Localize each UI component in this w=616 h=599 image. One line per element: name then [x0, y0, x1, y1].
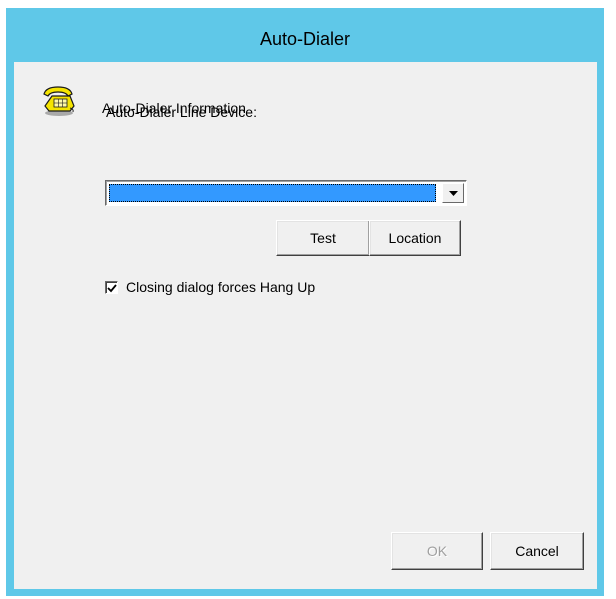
dialog-title: Auto-Dialer [259, 28, 351, 49]
dropdown-arrow-button[interactable] [442, 183, 464, 203]
hang-up-checkbox[interactable] [105, 280, 118, 294]
line-device-label: Auto-Dialer Line Device: [106, 104, 257, 120]
hang-up-label: Closing dialog forces Hang Up [126, 279, 316, 295]
location-button[interactable]: Location [369, 220, 461, 256]
chevron-down-icon [448, 190, 458, 196]
screen: Auto-Dialer Auto-Dialer Information Auto… [0, 0, 616, 599]
line-device-selected-value[interactable] [109, 184, 436, 202]
line-device-dropdown[interactable] [105, 180, 467, 206]
ok-button[interactable]: OK [391, 532, 483, 570]
test-button[interactable]: Test [276, 220, 370, 256]
telephone-icon [40, 82, 76, 118]
cancel-button[interactable]: Cancel [490, 532, 584, 570]
hang-up-option[interactable]: Closing dialog forces Hang Up [105, 279, 315, 295]
dialog-titlebar[interactable]: Auto-Dialer [6, 8, 604, 70]
dialog-client-area: Auto-Dialer Information [14, 62, 597, 589]
checkmark-icon [107, 283, 117, 292]
auto-dialer-dialog: Auto-Dialer Auto-Dialer Information Auto… [6, 8, 604, 596]
